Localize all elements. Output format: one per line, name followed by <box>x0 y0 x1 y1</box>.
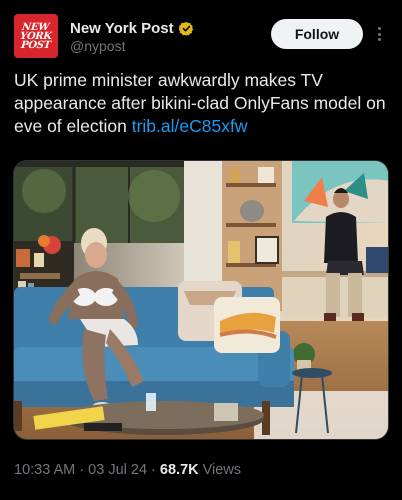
avatar-logo-line: POST <box>20 39 52 51</box>
avatar[interactable]: NEW YORK POST <box>14 14 58 58</box>
tweet-link[interactable]: trib.al/eC85xfw <box>132 116 248 136</box>
tweet-meta: 10:33 AM · 03 Jul 24 · 68.7K Views <box>14 462 241 478</box>
tweet-photo[interactable] <box>13 160 389 440</box>
meta-separator: · <box>75 462 89 478</box>
tweet-header: NEW YORK POST New York Post @nypost Foll… <box>0 0 402 64</box>
tweet-text: UK prime minister awkwardly makes TV app… <box>14 69 396 138</box>
verified-badge-icon <box>178 21 193 36</box>
views-label: Views <box>202 462 242 478</box>
tweet-date[interactable]: 03 Jul 24 <box>88 462 147 478</box>
follow-button[interactable]: Follow <box>271 19 363 49</box>
views-count: 68.7K <box>159 462 199 478</box>
name-row: New York Post <box>70 18 194 38</box>
display-name[interactable]: New York Post <box>70 20 174 37</box>
handle[interactable]: @nypost <box>70 38 125 54</box>
tv-studio-photo <box>14 161 388 439</box>
meta-separator: · <box>147 462 160 478</box>
tweet-time[interactable]: 10:33 AM <box>14 462 75 478</box>
more-vertical-icon[interactable] <box>372 24 386 44</box>
